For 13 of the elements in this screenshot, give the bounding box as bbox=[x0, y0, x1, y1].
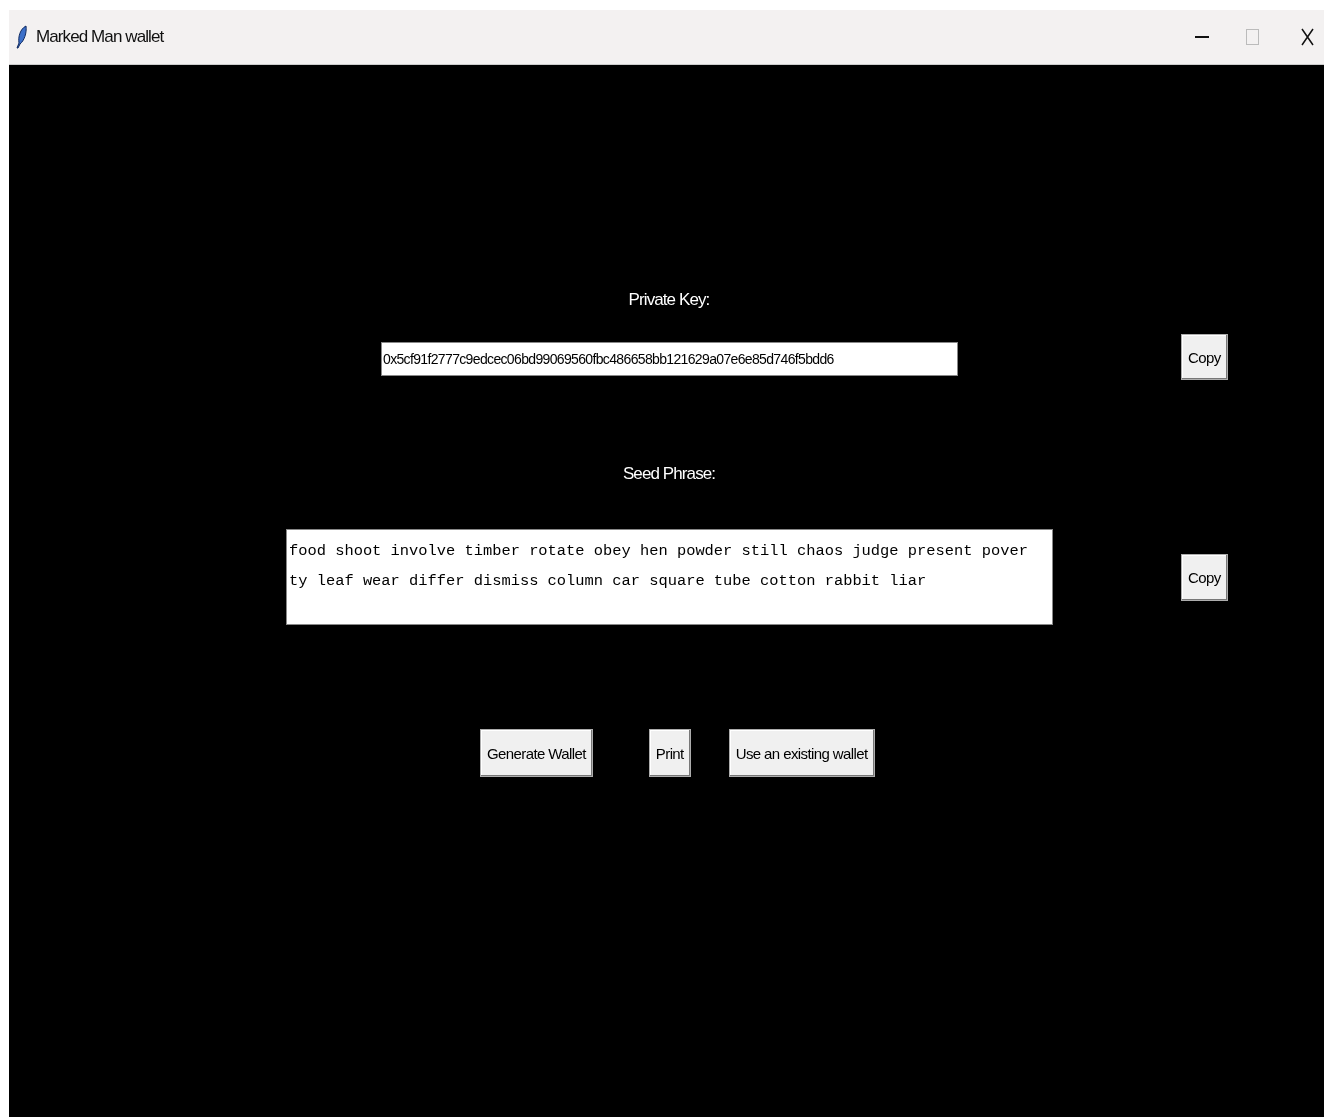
seed-phrase-label: Seed Phrase: bbox=[621, 464, 717, 484]
copy-button[interactable]: Copy bbox=[1181, 554, 1228, 601]
seed-phrase-field[interactable]: food shoot involve timber rotate obey hen powder still chaos judge present pover ty leaf wear differ dismiss column car square tube cotton rabbit liar bbox=[286, 529, 1053, 625]
window-title: Marked Man wallet bbox=[36, 27, 164, 47]
feather-icon bbox=[16, 25, 28, 49]
copy-button[interactable]: Copy bbox=[1181, 334, 1228, 380]
close-icon[interactable] bbox=[1301, 28, 1314, 46]
private-key-label: Private Key: bbox=[627, 290, 711, 310]
action-button[interactable]: Print bbox=[648, 729, 691, 777]
action-button[interactable]: Generate Wallet bbox=[480, 729, 593, 777]
private-key-field[interactable]: 0x5cf91f2777c9edcec06bd99069560fbc486658bb121629a07e6e85d746f5bdd6 bbox=[381, 342, 958, 376]
minimize-icon[interactable] bbox=[1195, 35, 1209, 39]
action-button[interactable]: Use an existing wallet bbox=[728, 729, 875, 777]
